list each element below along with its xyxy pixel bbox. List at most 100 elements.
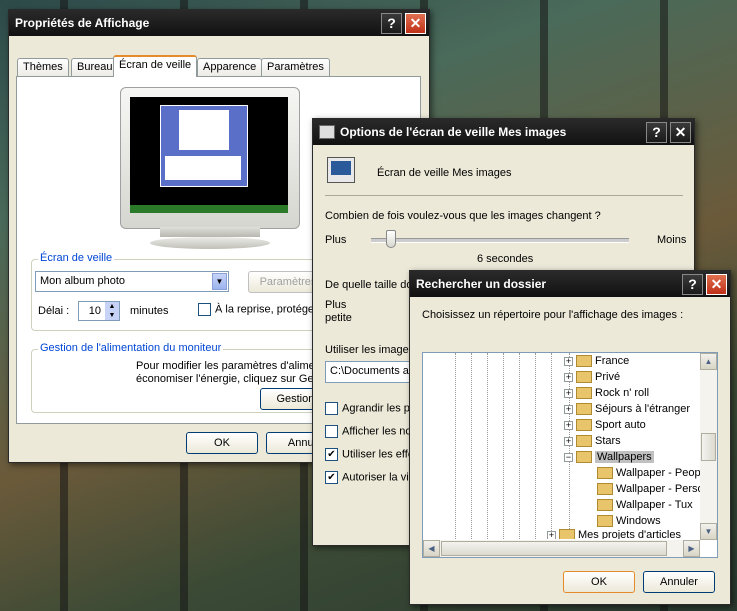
tree-item-label: Wallpaper - Perso: [616, 483, 704, 495]
tree-item[interactable]: + Sport auto: [564, 417, 646, 433]
tree-item[interactable]: + Privé: [564, 369, 620, 385]
size-min-label: Plus petite: [325, 299, 352, 325]
path-value: C:\Documents a: [330, 365, 409, 377]
expand-icon[interactable]: +: [564, 356, 573, 366]
checkbox-effects-box[interactable]: ✔: [325, 448, 338, 461]
checkbox-show-names[interactable]: Afficher les no: [325, 425, 412, 438]
chevron-down-icon[interactable]: ▼: [212, 273, 227, 290]
expand-icon[interactable]: +: [564, 420, 573, 430]
folder-icon: [597, 499, 613, 512]
browse-folder-window: Rechercher un dossier ? ✕ Choisissez un …: [409, 270, 731, 605]
window-title: Options de l'écran de veille Mes images: [340, 125, 567, 139]
expand-icon[interactable]: +: [564, 372, 573, 382]
folder-prompt: Choisissez un répertoire pour l'affichag…: [422, 309, 684, 321]
screensaver-select-value: Mon album photo: [40, 275, 125, 287]
tree-item[interactable]: + Rock n' roll: [564, 385, 649, 401]
checkbox-show-names-box[interactable]: [325, 425, 338, 438]
tree-item-label: Wallpaper - Peop: [616, 467, 701, 479]
tree-child-item[interactable]: Windows: [597, 513, 661, 529]
folder-icon: [576, 419, 592, 432]
tree-item-label: France: [595, 355, 630, 367]
scroll-left-icon[interactable]: ◀: [423, 540, 440, 557]
checkbox-stretch[interactable]: Agrandir les pe: [325, 402, 416, 415]
spinner-icon[interactable]: ▲ ▼: [105, 302, 119, 320]
resume-checkbox-box[interactable]: [198, 303, 211, 316]
expand-icon[interactable]: +: [547, 530, 556, 539]
scroll-up-icon[interactable]: ▲: [700, 353, 717, 370]
screensaver-select[interactable]: Mon album photo ▼: [35, 271, 229, 292]
tree-item-label: Wallpapers: [595, 451, 654, 463]
tree-item-selected[interactable]: − Wallpapers: [564, 449, 654, 465]
slider-value: 6 secondes: [477, 253, 534, 265]
folder-icon: [576, 387, 592, 400]
checkbox-stretch-box[interactable]: [325, 402, 338, 415]
tree-item[interactable]: + Mes projets d'articles: [547, 529, 681, 539]
close-icon[interactable]: ✕: [670, 121, 691, 143]
delay-input[interactable]: 10 ▲ ▼: [78, 301, 120, 321]
hscroll-thumb[interactable]: [441, 541, 667, 556]
help-icon[interactable]: ?: [682, 273, 703, 295]
tree-child-item[interactable]: Wallpaper - Peop: [597, 465, 701, 481]
scroll-right-icon[interactable]: ▶: [683, 540, 700, 557]
tree-child-item[interactable]: Wallpaper - Tux: [597, 497, 693, 513]
screensaver-group-title: Écran de veille: [38, 252, 115, 264]
power-group-title: Gestion de l'alimentation du moniteur: [38, 342, 224, 354]
tree-item[interactable]: + Séjours à l'étranger: [564, 401, 690, 417]
folder-tree[interactable]: + France + Privé + Rock n' roll + Séjours à …: [422, 352, 718, 558]
tab-themes[interactable]: Thèmes: [17, 58, 69, 76]
scroll-thumb[interactable]: [701, 433, 716, 461]
expand-icon[interactable]: +: [564, 436, 573, 446]
collapse-icon[interactable]: −: [564, 452, 573, 462]
window-title: Propriétés de Affichage: [15, 16, 150, 30]
cancel-button[interactable]: Annuler: [643, 571, 715, 593]
close-icon[interactable]: ✕: [405, 12, 426, 34]
resume-checkbox[interactable]: À la reprise, protéger: [198, 303, 318, 316]
checkbox-allow[interactable]: ✔ Autoriser la vis: [325, 471, 414, 484]
display-properties-titlebar[interactable]: Propriétés de Affichage ? ✕: [9, 10, 429, 36]
frequency-question: Combien de fois voulez-vous que les imag…: [325, 210, 601, 222]
path-input[interactable]: C:\Documents a: [325, 361, 415, 383]
tab-desktop[interactable]: Bureau: [71, 58, 119, 76]
tree-item[interactable]: + France: [564, 353, 629, 369]
resume-checkbox-label: À la reprise, protéger: [215, 303, 318, 316]
size-question: De quelle taille do: [325, 279, 413, 291]
use-images-label: Utiliser les images: [325, 344, 415, 356]
slider-min-label: Plus: [325, 234, 347, 246]
vertical-scrollbar[interactable]: ▲ ▼: [700, 353, 717, 540]
browse-folder-titlebar[interactable]: Rechercher un dossier ? ✕: [410, 271, 730, 297]
tab-screensaver[interactable]: Écran de veille: [113, 55, 198, 77]
expand-icon[interactable]: +: [564, 388, 573, 398]
folder-icon: [559, 529, 575, 539]
folder-icon: [576, 403, 592, 416]
horizontal-scrollbar[interactable]: ◀ ▶: [423, 540, 700, 557]
checkbox-stretch-label: Agrandir les pe: [342, 402, 416, 415]
tab-appearance[interactable]: Apparence: [197, 58, 263, 76]
close-icon[interactable]: ✕: [706, 273, 727, 295]
checkbox-effects[interactable]: ✔ Utiliser les effe: [325, 448, 414, 461]
help-icon[interactable]: ?: [646, 121, 667, 143]
checkbox-allow-box[interactable]: ✔: [325, 471, 338, 484]
folder-icon: [597, 467, 613, 480]
header-title: Écran de veille Mes images: [377, 167, 512, 179]
ok-button[interactable]: OK: [563, 571, 635, 593]
folder-icon: [576, 371, 592, 384]
tree-item-label: Privé: [595, 371, 621, 383]
tree-child-item[interactable]: Wallpaper - Perso: [597, 481, 704, 497]
frequency-slider-track[interactable]: [371, 238, 629, 243]
tab-settings[interactable]: Paramètres: [261, 58, 330, 76]
tree-item-label: Stars: [595, 435, 621, 447]
ok-button[interactable]: OK: [186, 432, 258, 454]
help-icon[interactable]: ?: [381, 12, 402, 34]
scroll-down-icon[interactable]: ▼: [700, 523, 717, 540]
minutes-label: minutes: [130, 305, 169, 317]
frequency-slider-thumb[interactable]: [386, 230, 397, 248]
folder-icon: [576, 435, 592, 448]
tree-item[interactable]: + Stars: [564, 433, 621, 449]
expand-icon[interactable]: +: [564, 404, 573, 414]
monitor-preview: [120, 87, 302, 257]
folder-icon: [576, 355, 592, 368]
checkbox-show-names-label: Afficher les no: [342, 425, 412, 438]
screensaver-options-titlebar[interactable]: Options de l'écran de veille Mes images …: [313, 119, 694, 145]
size-min-label-line-2: petite: [325, 312, 352, 324]
tree-item-label: Séjours à l'étranger: [595, 403, 691, 415]
